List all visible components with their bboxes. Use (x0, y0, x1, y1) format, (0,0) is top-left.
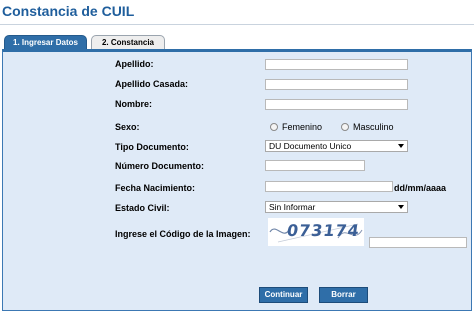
sexo-label: Sexo: (115, 122, 140, 132)
continuar-button[interactable]: Continuar (259, 287, 308, 303)
page-title: Constancia de CUIL (2, 3, 135, 19)
numero-documento-label: Número Documento: (115, 161, 205, 171)
date-format-hint: dd/mm/aaaa (394, 183, 447, 193)
chevron-down-icon (398, 205, 404, 209)
estado-civil-select[interactable]: Sin Informar (265, 201, 408, 213)
tab-ingresar-datos[interactable]: 1. Ingresar Datos (4, 35, 87, 50)
chevron-down-icon (398, 144, 404, 148)
tipo-documento-label: Tipo Documento: (115, 142, 189, 152)
captcha-label: Ingrese el Código de la Imagen: (115, 229, 251, 239)
radio-femenino-label: Femenino (282, 122, 323, 132)
tipo-documento-value: DU Documento Unico (269, 141, 352, 151)
tipo-documento-select[interactable]: DU Documento Unico (265, 140, 408, 152)
nombre-label: Nombre: (115, 99, 153, 109)
borrar-button[interactable]: Borrar (319, 287, 368, 303)
fecha-nacimiento-input[interactable] (265, 181, 393, 192)
radio-femenino[interactable] (270, 123, 278, 131)
captcha-text: 073174 (285, 221, 362, 240)
radio-masculino-label: Masculino (353, 122, 394, 132)
radio-masculino[interactable] (341, 123, 349, 131)
title-divider (0, 24, 474, 25)
fecha-nacimiento-label: Fecha Nacimiento: (115, 183, 196, 193)
numero-documento-input[interactable] (265, 160, 365, 171)
captcha-image: 073174 (268, 218, 364, 246)
estado-civil-value: Sin Informar (269, 202, 316, 212)
tab-constancia[interactable]: 2. Constancia (91, 35, 165, 50)
captcha-input[interactable] (369, 237, 467, 248)
apellido-casada-label: Apellido Casada: (115, 79, 189, 89)
apellido-input[interactable] (265, 59, 408, 70)
apellido-casada-input[interactable] (265, 79, 408, 90)
apellido-label: Apellido: (115, 59, 154, 69)
estado-civil-label: Estado Civil: (115, 203, 170, 213)
nombre-input[interactable] (265, 99, 408, 110)
